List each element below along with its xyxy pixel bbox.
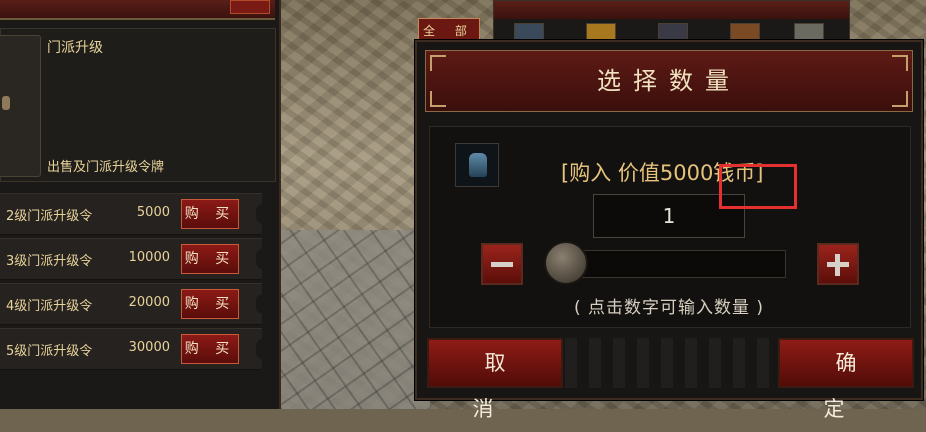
confirm-button[interactable]: 确 定 xyxy=(778,338,914,421)
shop-row[interactable]: 3级门派升级令 10000 购 买 xyxy=(0,238,270,280)
buy-button[interactable]: 购 买 xyxy=(181,244,239,274)
buy-button[interactable]: 购 买 xyxy=(181,289,239,319)
minus-icon xyxy=(491,262,513,267)
item-detail-card: 门派升级 出售及门派升级令牌 xyxy=(0,28,276,182)
buy-button[interactable]: 购 买 xyxy=(181,334,239,364)
item-category-description: 出售及门派升级令牌 xyxy=(47,160,165,175)
shop-item-price: 5000 xyxy=(136,205,170,220)
increase-button[interactable] xyxy=(817,243,859,285)
shop-item-name: 3级门派升级令 xyxy=(6,254,93,269)
shop-item-price: 20000 xyxy=(128,295,170,310)
row-notch xyxy=(256,294,270,314)
slider-handle[interactable] xyxy=(544,241,588,285)
shop-panel-header xyxy=(0,0,275,20)
item-thumbnail xyxy=(0,35,41,177)
stone-pavement xyxy=(280,230,430,409)
shop-item-price: 30000 xyxy=(128,340,170,355)
background-window xyxy=(493,0,850,43)
dialog-header: 选择数量 xyxy=(425,50,913,112)
row-notch xyxy=(256,339,270,359)
shop-row[interactable]: 4级门派升级令 20000 购 买 xyxy=(0,283,270,325)
shop-item-name: 5级门派升级令 xyxy=(6,344,93,359)
token-icon xyxy=(2,96,10,110)
item-category-title: 门派升级 xyxy=(47,40,103,56)
buy-button[interactable]: 购 买 xyxy=(181,199,239,229)
shop-item-name: 2级门派升级令 xyxy=(6,209,93,224)
plus-icon-vertical xyxy=(835,254,840,276)
cancel-button[interactable]: 取 消 xyxy=(427,338,563,421)
shop-item-price: 10000 xyxy=(128,250,170,265)
footer-decoration xyxy=(565,338,775,388)
dialog-title: 选择数量 xyxy=(597,67,741,95)
shop-item-name: 4级门派升级令 xyxy=(6,299,93,314)
row-notch xyxy=(256,204,270,224)
decrease-button[interactable] xyxy=(481,243,523,285)
shop-close-button[interactable] xyxy=(230,0,270,14)
shop-row[interactable]: 2级门派升级令 5000 购 买 xyxy=(0,193,270,235)
cloak-icon xyxy=(469,153,487,177)
shop-row[interactable]: 5级门派升级令 30000 购 买 xyxy=(0,328,270,370)
annotation-highlight-box xyxy=(719,164,797,209)
row-notch xyxy=(256,249,270,269)
background-window-title-bar xyxy=(494,1,849,19)
shop-panel: 门派升级 出售及门派升级令牌 2级门派升级令 5000 购 买 3级门派升级令 … xyxy=(0,0,281,409)
input-hint: ( 点击数字可输入数量 ) xyxy=(573,298,765,318)
item-icon-slot xyxy=(455,143,499,187)
